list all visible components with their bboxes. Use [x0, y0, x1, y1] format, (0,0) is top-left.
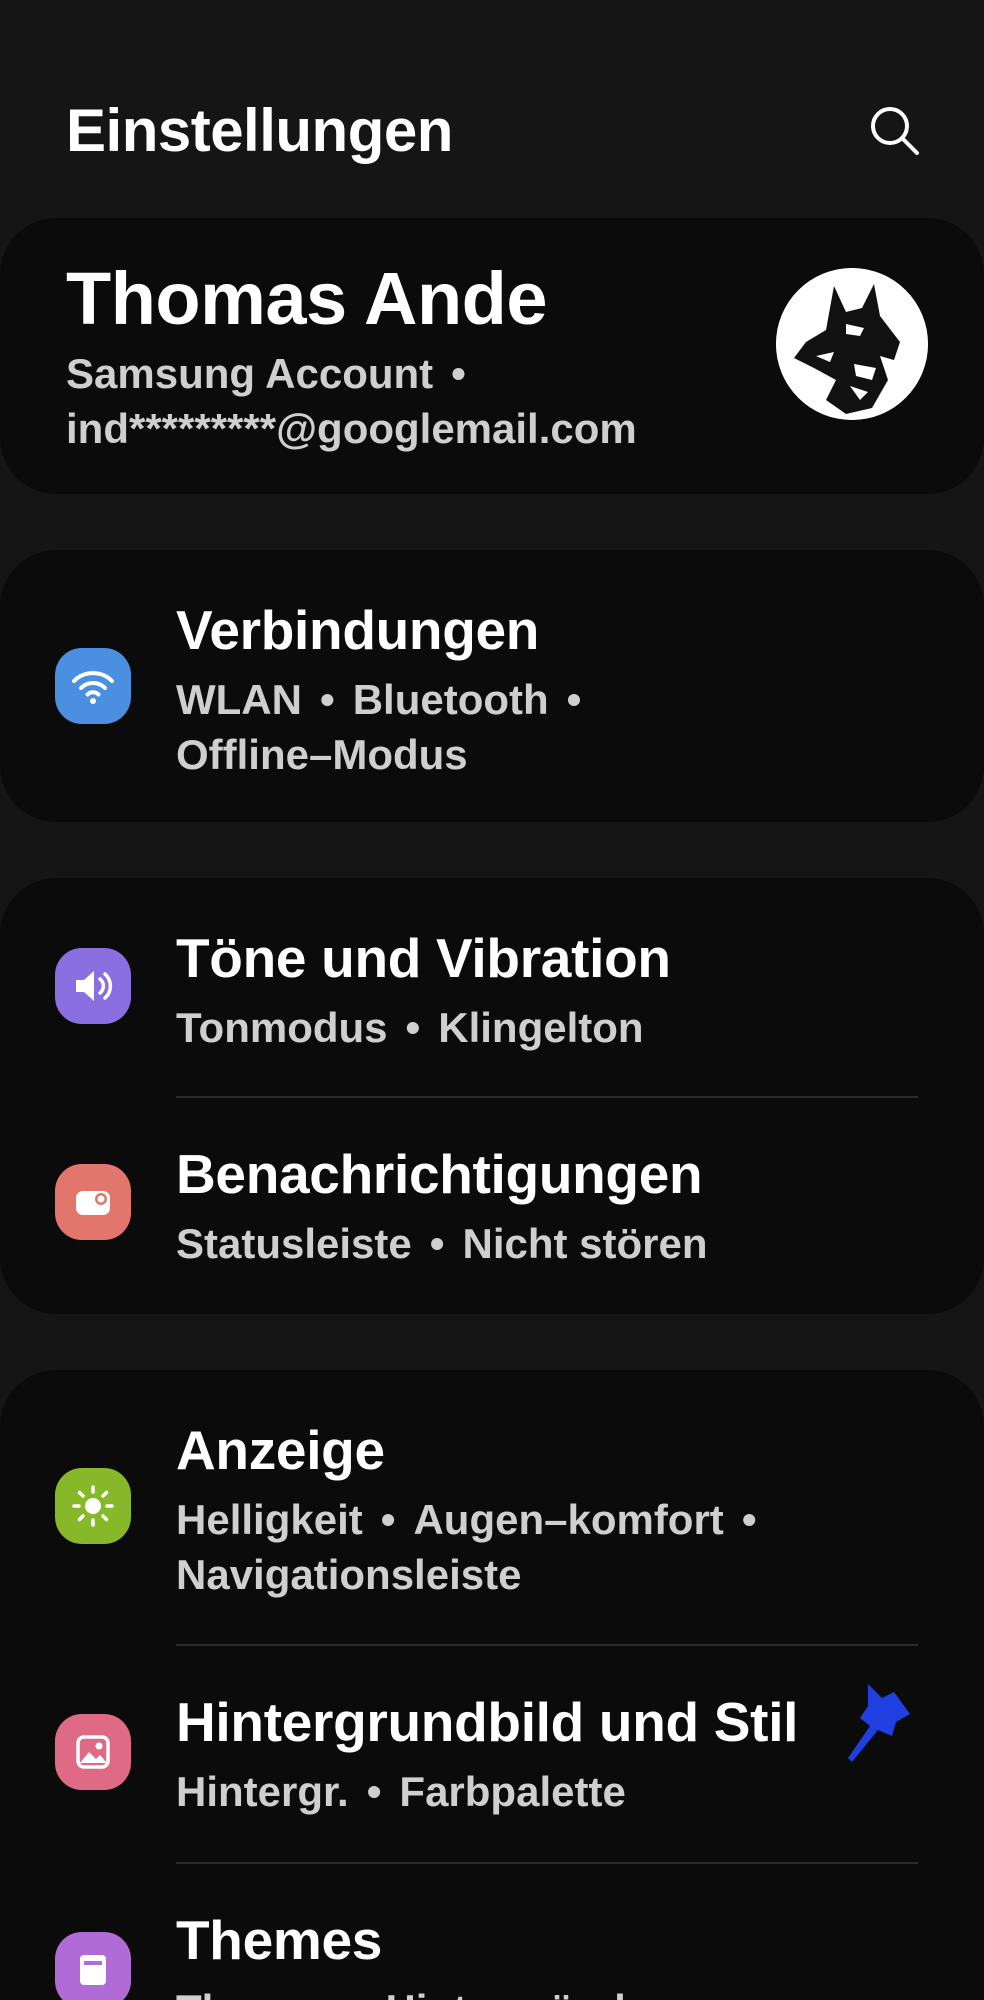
notification-icon	[55, 1164, 131, 1240]
settings-item-wallpaper[interactable]: Hintergrundbild und Stil Hintergr. • Farbp…	[0, 1646, 984, 1862]
account-email: ind*********@googlemail.com	[66, 405, 637, 452]
brightness-icon	[55, 1468, 131, 1544]
settings-item-subtitle: WLAN • Bluetooth • Offline–Modus	[176, 672, 599, 782]
settings-item-connections[interactable]: Verbindungen WLAN • Bluetooth • Offline–Mod…	[0, 550, 984, 822]
wolf-avatar-icon[interactable]	[776, 268, 928, 420]
page-title: Einstellungen	[66, 97, 453, 164]
subtitle-part: Farbpalette	[399, 1768, 626, 1815]
account-label: Samsung Account	[66, 350, 434, 397]
settings-item-notifications[interactable]: Benachrichtigungen Statusleiste • Nicht st…	[0, 1098, 984, 1314]
settings-item-subtitle: Hintergr. • Farbpalette	[176, 1764, 626, 1819]
settings-item-subtitle: Tonmodus • Klingelton	[176, 1000, 644, 1055]
subtitle-part: Tonmodus	[176, 1004, 388, 1051]
subtitle-part: Themes	[176, 1986, 335, 2000]
subtitle-part: Bluetooth	[352, 676, 549, 723]
settings-screen: Einstellungen Thomas Ande Samsung Accoun…	[0, 0, 984, 2000]
settings-item-title: Benachrichtigungen	[176, 1143, 703, 1205]
settings-item-title: Themes	[176, 1909, 383, 1971]
separator-dot: •	[353, 1986, 368, 2000]
wifi-icon	[55, 648, 131, 724]
themes-icon	[55, 1932, 131, 2000]
subtitle-part: Helligkeit	[176, 1496, 363, 1543]
settings-item-subtitle: Themes • Hintergründe	[176, 1982, 649, 2000]
sounds-notifications-card: Töne und Vibration Tonmodus • Klingelton B…	[0, 878, 984, 1314]
settings-item-title: Anzeige	[176, 1419, 385, 1481]
subtitle-part: Augen–komfort	[413, 1496, 724, 1543]
settings-item-title: Hintergrundbild und Stil	[176, 1691, 799, 1753]
wallpaper-icon	[55, 1714, 131, 1790]
subtitle-part: Klingelton	[438, 1004, 644, 1051]
pin-icon	[838, 1680, 914, 1766]
settings-item-display[interactable]: Anzeige Helligkeit • Augen–komfort • Naviga…	[0, 1370, 984, 1644]
subtitle-part: Hintergr.	[176, 1768, 349, 1815]
separator-dot: •	[380, 1496, 396, 1543]
display-card: Anzeige Helligkeit • Augen–komfort • Naviga…	[0, 1370, 984, 2000]
settings-item-title: Verbindungen	[176, 599, 540, 661]
search-icon[interactable]	[866, 102, 924, 160]
connections-card: Verbindungen WLAN • Bluetooth • Offline–Mod…	[0, 550, 984, 822]
subtitle-part: Offline–Modus	[176, 731, 468, 778]
subtitle-part: Hintergründe	[385, 1986, 649, 2000]
separator-dot: •	[405, 1004, 421, 1051]
separator-dot: •	[319, 676, 335, 723]
separator-dot: •	[366, 1768, 382, 1815]
settings-item-subtitle: Helligkeit • Augen–komfort • Navigationslei…	[176, 1492, 775, 1602]
settings-item-themes[interactable]: Themes Themes • Hintergründe	[0, 1864, 984, 2000]
profile-name: Thomas Ande	[66, 257, 548, 340]
separator-dot: •	[566, 676, 582, 723]
subtitle-part: Nicht stören	[462, 1220, 708, 1267]
settings-item-title: Töne und Vibration	[176, 927, 671, 989]
separator-dot: •	[429, 1220, 445, 1267]
subtitle-part: Navigationsleiste	[176, 1551, 522, 1598]
volume-icon	[55, 948, 131, 1024]
subtitle-part: Statusleiste	[176, 1220, 412, 1267]
settings-item-subtitle: Statusleiste • Nicht stören	[176, 1216, 708, 1271]
separator-dot: •	[741, 1496, 757, 1543]
profile-account-info: Samsung Account • ind*********@googlemail…	[66, 346, 637, 456]
header: Einstellungen	[0, 0, 984, 210]
subtitle-part: WLAN	[176, 676, 302, 723]
profile-card[interactable]: Thomas Ande Samsung Account • ind********…	[0, 218, 984, 494]
settings-item-sounds[interactable]: Töne und Vibration Tonmodus • Klingelton	[0, 878, 984, 1096]
separator-dot: •	[451, 350, 466, 397]
